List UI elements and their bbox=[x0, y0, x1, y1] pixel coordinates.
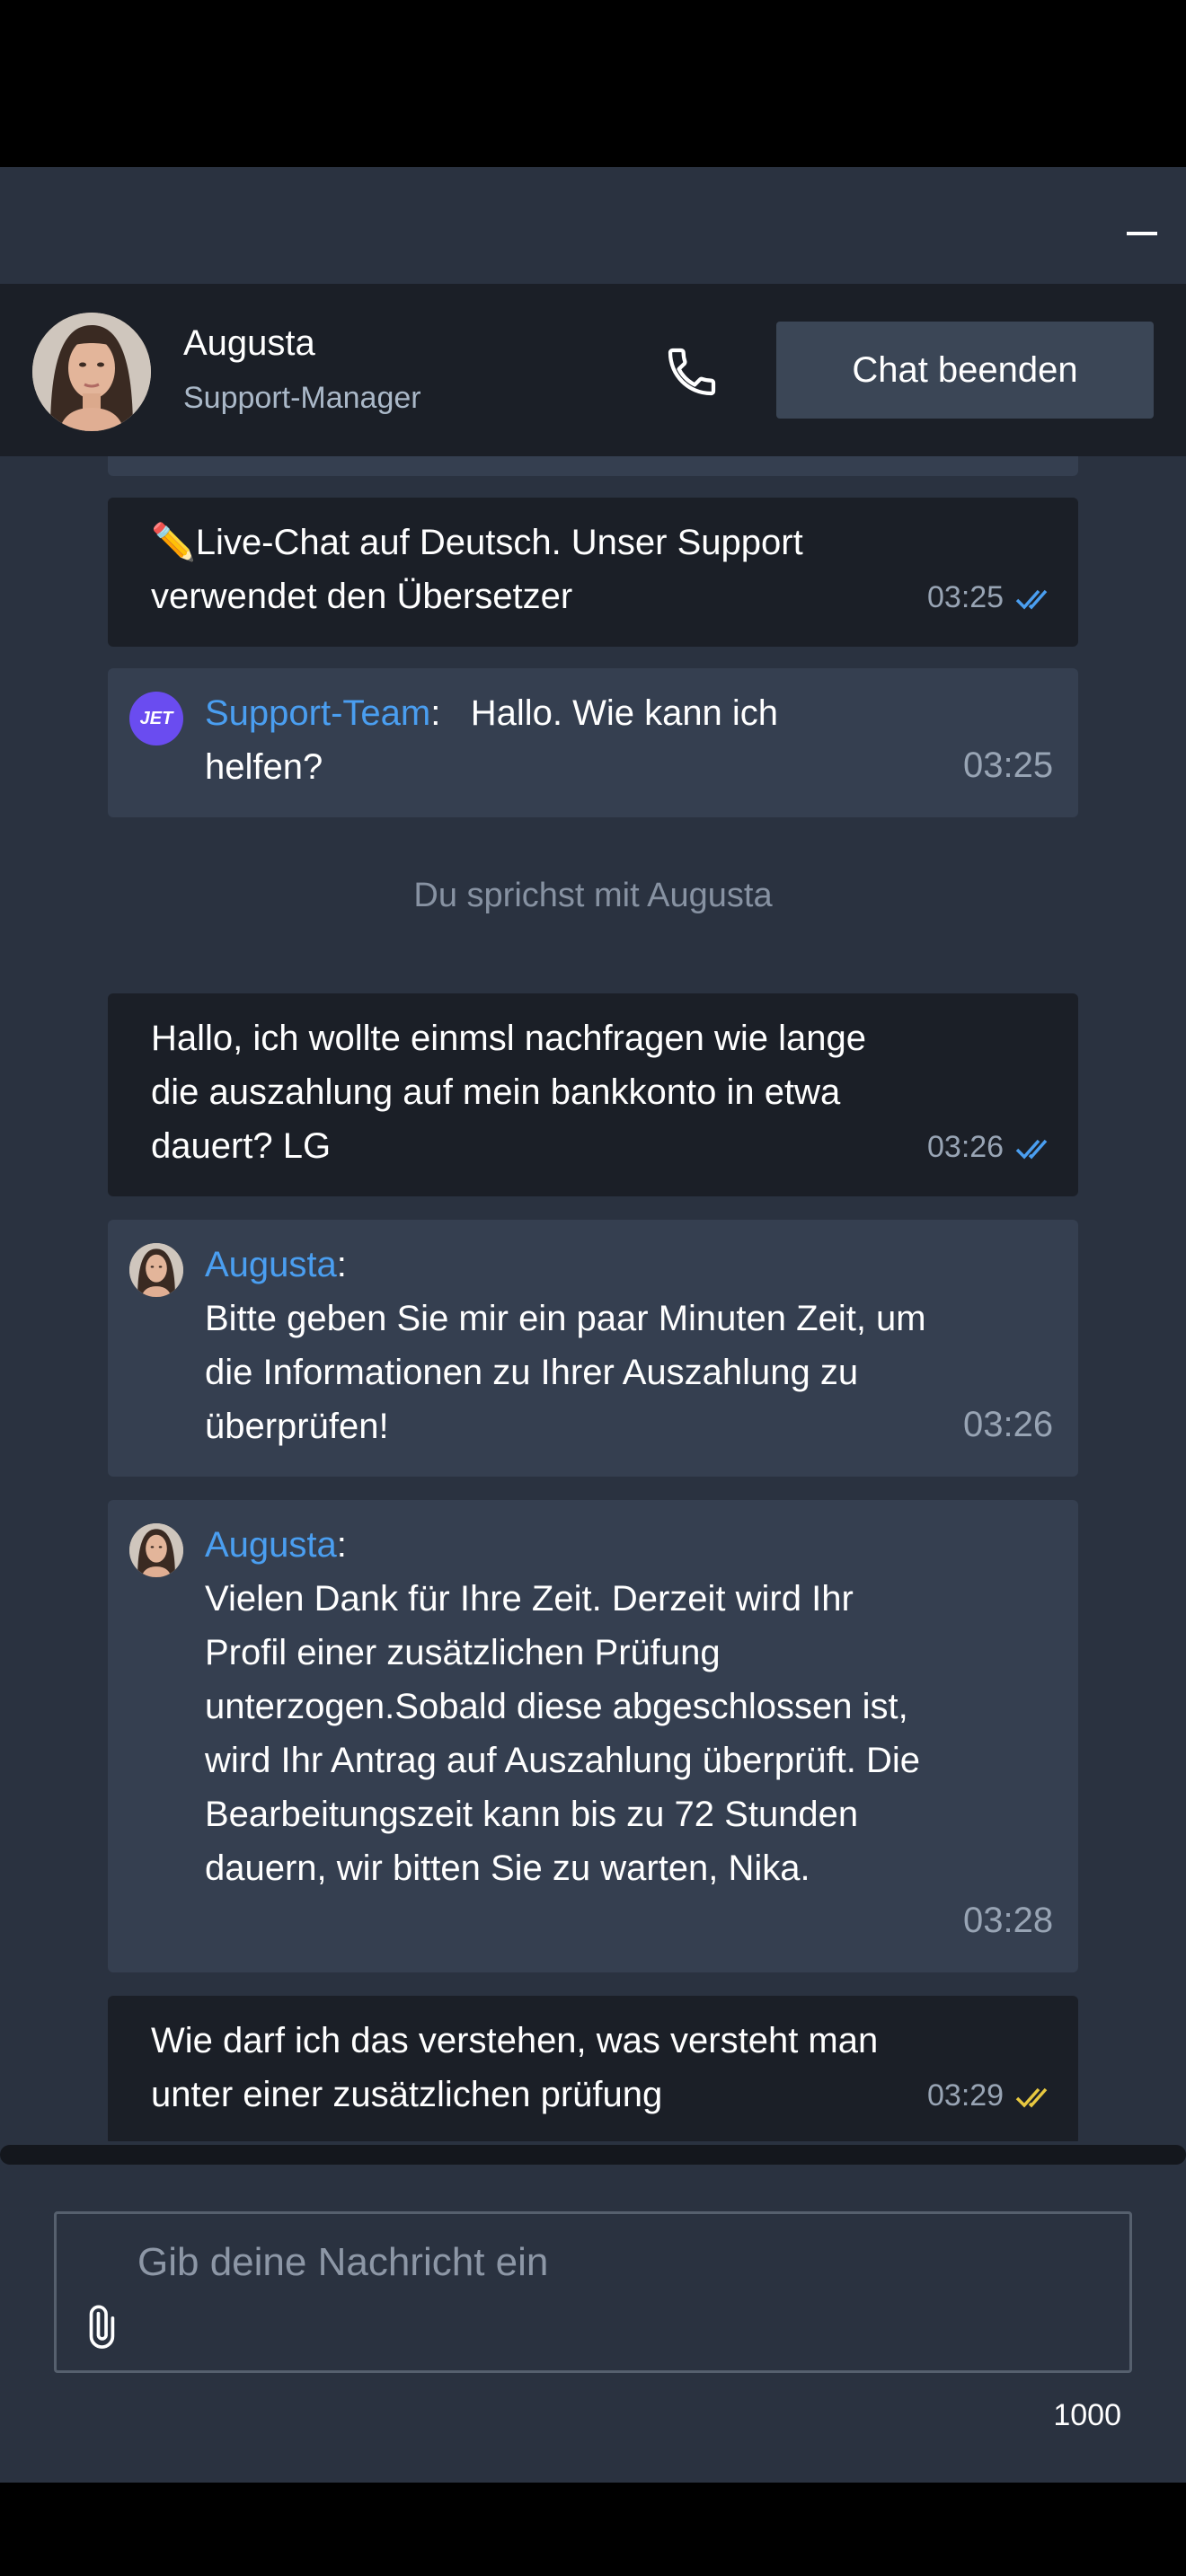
message-composer bbox=[54, 2211, 1132, 2373]
window-topbar bbox=[0, 167, 1186, 284]
message-text: ✏️Live-Chat auf Deutsch. Unser Support v… bbox=[151, 523, 803, 616]
chat-window: Augusta Support-Manager Chat beenden ✏️L… bbox=[0, 167, 1186, 2483]
user-message: ✏️Live-Chat auf Deutsch. Unser Support v… bbox=[108, 498, 1078, 647]
message-time: 03:26 bbox=[963, 1405, 1054, 1444]
message-time: 03:26 bbox=[927, 1130, 1005, 1164]
jet-logo-avatar: JET bbox=[129, 692, 183, 745]
chat-header: Augusta Support-Manager Chat beenden bbox=[0, 284, 1186, 456]
system-note: Du sprichst mit Augusta bbox=[413, 877, 773, 914]
agent-avatar bbox=[32, 313, 151, 431]
message-text: Vielen Dank für Ihre Zeit. Derzeit wird … bbox=[205, 1579, 921, 1888]
message-time: 03:25 bbox=[963, 745, 1054, 785]
message-input[interactable] bbox=[137, 2227, 1108, 2298]
sender-name: Support-Team bbox=[205, 693, 431, 733]
message-list[interactable]: ✏️Live-Chat auf Deutsch. Unser Support v… bbox=[0, 456, 1186, 2141]
double-check-icon bbox=[1015, 1139, 1048, 1160]
phone-icon[interactable] bbox=[663, 343, 721, 401]
agent-message: JET Support-Team: Hallo. Wie kann ich he… bbox=[108, 668, 1078, 817]
char-limit-counter: 1000 bbox=[1053, 2398, 1121, 2432]
message-content: Augusta: Bitte geben Sie mir ein paar Min… bbox=[205, 1245, 926, 1446]
agent-role: Support-Manager bbox=[183, 381, 421, 415]
double-check-icon bbox=[1015, 2087, 1048, 2108]
agent-avatar-small bbox=[129, 1523, 183, 1577]
message-text: Bitte geben Sie mir ein paar Minuten Zei… bbox=[205, 1299, 926, 1446]
double-check-icon bbox=[1015, 589, 1048, 610]
message-text: Hallo, ich wollte einmsl nachfragen wie … bbox=[151, 1019, 866, 1166]
end-chat-button[interactable]: Chat beenden bbox=[776, 322, 1154, 419]
agent-name: Augusta bbox=[183, 323, 315, 363]
paperclip-icon[interactable] bbox=[76, 2304, 123, 2351]
minimize-icon[interactable] bbox=[1127, 232, 1157, 235]
agent-message: Augusta: Vielen Dank für Ihre Zeit. Derze… bbox=[108, 1500, 1078, 1972]
agent-message: Augusta: Bitte geben Sie mir ein paar Min… bbox=[108, 1220, 1078, 1477]
message-text: Wie darf ich das verstehen, was versteht… bbox=[151, 2021, 879, 2114]
sender-name: Augusta bbox=[205, 1245, 337, 1284]
navigation-bar-area bbox=[0, 2483, 1186, 2576]
sender-name: Augusta bbox=[205, 1525, 337, 1565]
scroll-divider bbox=[0, 2145, 1186, 2165]
user-message: Hallo, ich wollte einmsl nachfragen wie … bbox=[108, 993, 1078, 1196]
previous-message-edge bbox=[108, 456, 1078, 476]
agent-avatar-small bbox=[129, 1243, 183, 1297]
message-time: 03:28 bbox=[963, 1901, 1054, 1940]
message-content: Support-Team: Hallo. Wie kann ich helfen… bbox=[205, 693, 779, 787]
message-content: Augusta: Vielen Dank für Ihre Zeit. Derze… bbox=[205, 1525, 921, 1888]
user-message: Wie darf ich das verstehen, was versteht… bbox=[108, 1996, 1078, 2141]
status-bar-area bbox=[0, 0, 1186, 167]
message-time: 03:29 bbox=[927, 2078, 1005, 2113]
message-time: 03:25 bbox=[927, 580, 1005, 614]
